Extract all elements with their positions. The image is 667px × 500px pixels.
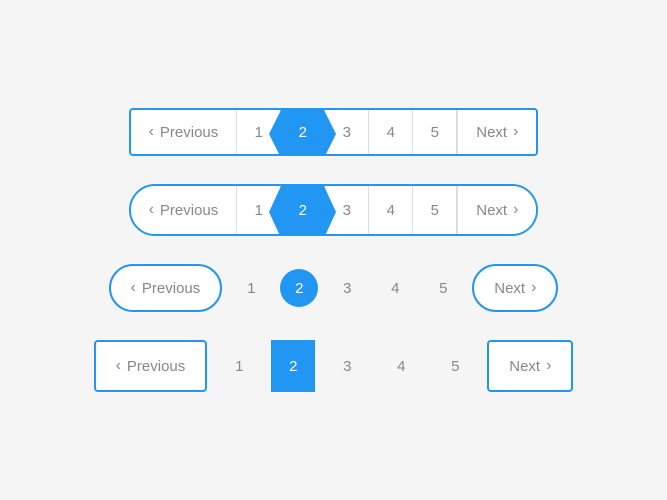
page-3-btn-3[interactable]: 3	[328, 269, 366, 307]
next-label-3: Next	[494, 280, 525, 297]
page-5-btn-3[interactable]: 5	[424, 269, 462, 307]
previous-button-3[interactable]: ‹ Previous	[109, 264, 223, 312]
page-5-btn-4[interactable]: 5	[433, 340, 477, 392]
previous-label-2: Previous	[160, 202, 218, 219]
next-label-4: Next	[509, 358, 540, 375]
page-2-btn-4[interactable]: 2	[271, 340, 315, 392]
page-2-btn-1[interactable]: 2	[281, 110, 325, 154]
pagination-container-2: ‹ Previous 1 2 3 4 5 Next ›	[129, 184, 539, 236]
page-4-btn-2[interactable]: 4	[369, 186, 413, 234]
pagination-style3: ‹ Previous 1 2 3 4 5 Next ›	[109, 264, 559, 312]
page-3-btn-4[interactable]: 3	[325, 340, 369, 392]
page-4-btn-3[interactable]: 4	[376, 269, 414, 307]
previous-button-4[interactable]: ‹ Previous	[94, 340, 208, 392]
previous-label-3: Previous	[142, 280, 200, 297]
chevron-right-icon-1: ›	[513, 123, 518, 141]
page-4-btn-4[interactable]: 4	[379, 340, 423, 392]
page-2-btn-2[interactable]: 2	[281, 186, 325, 234]
pagination-container-1: ‹ Previous 1 2 3 4 5 Next ›	[129, 108, 539, 156]
page-1-btn-4[interactable]: 1	[217, 340, 261, 392]
page-5-btn-2[interactable]: 5	[413, 186, 457, 234]
previous-label-4: Previous	[127, 358, 185, 375]
next-button-2[interactable]: Next ›	[457, 186, 536, 234]
next-button-1[interactable]: Next ›	[457, 110, 536, 154]
previous-label-1: Previous	[160, 124, 218, 141]
page-1-btn-3[interactable]: 1	[232, 269, 270, 307]
page-4-btn-1[interactable]: 4	[369, 110, 413, 154]
chevron-left-icon-2: ‹	[149, 201, 154, 219]
pagination-style1: ‹ Previous 1 2 3 4 5 Next ›	[129, 108, 539, 156]
pagination-style2: ‹ Previous 1 2 3 4 5 Next ›	[129, 184, 539, 236]
pagination-style4: ‹ Previous 1 2 3 4 5 Next ›	[94, 340, 574, 392]
chevron-right-icon-4: ›	[546, 357, 551, 375]
chevron-left-icon-4: ‹	[116, 357, 121, 375]
page-2-btn-3[interactable]: 2	[280, 269, 318, 307]
chevron-left-icon-1: ‹	[149, 123, 154, 141]
chevron-left-icon-3: ‹	[131, 279, 136, 297]
next-button-3[interactable]: Next ›	[472, 264, 558, 312]
next-label-1: Next	[476, 124, 507, 141]
chevron-right-icon-2: ›	[513, 201, 518, 219]
pagination-container-3: ‹ Previous 1 2 3 4 5 Next ›	[109, 264, 559, 312]
pagination-container-4: ‹ Previous 1 2 3 4 5 Next ›	[94, 340, 574, 392]
next-label-2: Next	[476, 202, 507, 219]
chevron-right-icon-3: ›	[531, 279, 536, 297]
page-5-btn-1[interactable]: 5	[413, 110, 457, 154]
previous-button-2[interactable]: ‹ Previous	[131, 186, 238, 234]
previous-button-1[interactable]: ‹ Previous	[131, 110, 238, 154]
next-button-4[interactable]: Next ›	[487, 340, 573, 392]
